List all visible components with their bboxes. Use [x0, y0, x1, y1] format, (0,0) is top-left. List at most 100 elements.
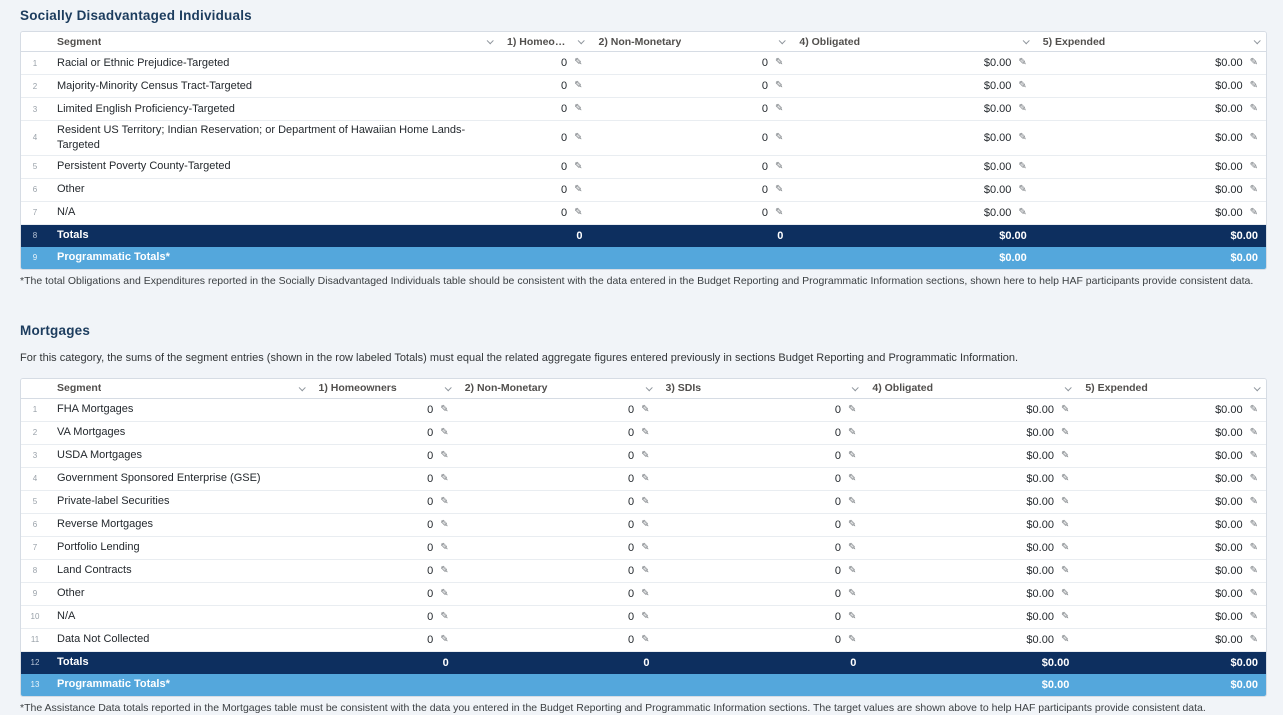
edit-icon[interactable]: ✎ [1250, 133, 1258, 143]
value-cell[interactable]: 0✎ [658, 560, 865, 582]
chevron-down-icon[interactable] [1022, 37, 1029, 44]
value-cell[interactable]: $0.00✎ [1077, 606, 1266, 628]
value-cell[interactable]: $0.00✎ [791, 156, 1034, 178]
edit-icon[interactable]: ✎ [1250, 589, 1258, 599]
edit-icon[interactable]: ✎ [848, 635, 856, 645]
value-cell[interactable]: $0.00✎ [791, 75, 1034, 97]
value-cell[interactable]: $0.00✎ [864, 514, 1077, 536]
edit-icon[interactable]: ✎ [1250, 58, 1258, 68]
edit-icon[interactable]: ✎ [1250, 566, 1258, 576]
edit-icon[interactable]: ✎ [1250, 520, 1258, 530]
edit-icon[interactable]: ✎ [775, 162, 783, 172]
column-header-segment[interactable]: Segment [49, 32, 499, 51]
edit-icon[interactable]: ✎ [440, 635, 448, 645]
column-header-4-obligated[interactable]: 4) Obligated [864, 379, 1077, 398]
edit-icon[interactable]: ✎ [1061, 566, 1069, 576]
value-cell[interactable]: 0✎ [457, 537, 658, 559]
edit-icon[interactable]: ✎ [574, 185, 582, 195]
value-cell[interactable]: 0✎ [311, 514, 457, 536]
edit-icon[interactable]: ✎ [574, 81, 582, 91]
value-cell[interactable]: $0.00✎ [791, 179, 1034, 201]
edit-icon[interactable]: ✎ [641, 474, 649, 484]
chevron-down-icon[interactable] [444, 384, 451, 391]
edit-icon[interactable]: ✎ [1061, 474, 1069, 484]
edit-icon[interactable]: ✎ [1250, 451, 1258, 461]
column-header-segment[interactable]: Segment [49, 379, 311, 398]
value-cell[interactable]: 0✎ [311, 422, 457, 444]
value-cell[interactable]: 0✎ [457, 422, 658, 444]
value-cell[interactable]: $0.00✎ [864, 560, 1077, 582]
column-header-1-homeowners[interactable]: 1) Homeowners [499, 32, 591, 51]
value-cell[interactable]: 0✎ [311, 468, 457, 490]
value-cell[interactable]: $0.00✎ [864, 583, 1077, 605]
value-cell[interactable]: 0✎ [499, 179, 591, 201]
chevron-down-icon[interactable] [645, 384, 652, 391]
value-cell[interactable]: 0✎ [499, 52, 591, 74]
column-header-3-sdis[interactable]: 3) SDIs [658, 379, 865, 398]
value-cell[interactable]: 0✎ [658, 583, 865, 605]
value-cell[interactable]: $0.00✎ [864, 606, 1077, 628]
edit-icon[interactable]: ✎ [641, 520, 649, 530]
chevron-down-icon[interactable] [779, 37, 786, 44]
value-cell[interactable]: $0.00✎ [1077, 629, 1266, 651]
value-cell[interactable]: 0✎ [457, 399, 658, 421]
value-cell[interactable]: 0✎ [311, 445, 457, 467]
edit-icon[interactable]: ✎ [848, 520, 856, 530]
value-cell[interactable]: 0✎ [457, 583, 658, 605]
edit-icon[interactable]: ✎ [1250, 543, 1258, 553]
edit-icon[interactable]: ✎ [1061, 497, 1069, 507]
value-cell[interactable]: $0.00✎ [864, 445, 1077, 467]
value-cell[interactable]: 0✎ [457, 491, 658, 513]
value-cell[interactable]: $0.00✎ [1077, 560, 1266, 582]
value-cell[interactable]: 0✎ [311, 537, 457, 559]
edit-icon[interactable]: ✎ [1061, 612, 1069, 622]
edit-icon[interactable]: ✎ [1250, 405, 1258, 415]
edit-icon[interactable]: ✎ [641, 589, 649, 599]
chevron-down-icon[interactable] [487, 37, 494, 44]
value-cell[interactable]: 0✎ [311, 399, 457, 421]
value-cell[interactable]: 0✎ [311, 629, 457, 651]
value-cell[interactable]: $0.00✎ [1077, 514, 1266, 536]
edit-icon[interactable]: ✎ [848, 589, 856, 599]
value-cell[interactable]: 0✎ [311, 560, 457, 582]
value-cell[interactable]: 0✎ [590, 156, 791, 178]
edit-icon[interactable]: ✎ [641, 497, 649, 507]
value-cell[interactable]: $0.00✎ [1035, 52, 1266, 74]
edit-icon[interactable]: ✎ [1018, 162, 1026, 172]
edit-icon[interactable]: ✎ [1250, 428, 1258, 438]
edit-icon[interactable]: ✎ [1250, 497, 1258, 507]
edit-icon[interactable]: ✎ [1061, 451, 1069, 461]
edit-icon[interactable]: ✎ [848, 566, 856, 576]
edit-icon[interactable]: ✎ [440, 566, 448, 576]
value-cell[interactable]: 0✎ [590, 179, 791, 201]
edit-icon[interactable]: ✎ [641, 566, 649, 576]
value-cell[interactable]: $0.00✎ [1035, 179, 1266, 201]
value-cell[interactable]: $0.00✎ [1035, 202, 1266, 224]
value-cell[interactable]: 0✎ [499, 75, 591, 97]
value-cell[interactable]: 0✎ [590, 75, 791, 97]
chevron-down-icon[interactable] [1254, 384, 1261, 391]
value-cell[interactable]: 0✎ [658, 468, 865, 490]
edit-icon[interactable]: ✎ [440, 428, 448, 438]
value-cell[interactable]: $0.00✎ [791, 52, 1034, 74]
value-cell[interactable]: 0✎ [457, 560, 658, 582]
value-cell[interactable]: $0.00✎ [864, 468, 1077, 490]
column-header-5-expended[interactable]: 5) Expended [1035, 32, 1266, 51]
edit-icon[interactable]: ✎ [1250, 635, 1258, 645]
edit-icon[interactable]: ✎ [848, 428, 856, 438]
edit-icon[interactable]: ✎ [641, 428, 649, 438]
column-header-1-homeowners[interactable]: 1) Homeowners [311, 379, 457, 398]
edit-icon[interactable]: ✎ [440, 497, 448, 507]
edit-icon[interactable]: ✎ [1250, 208, 1258, 218]
value-cell[interactable]: 0✎ [590, 121, 791, 155]
edit-icon[interactable]: ✎ [440, 474, 448, 484]
edit-icon[interactable]: ✎ [1250, 474, 1258, 484]
value-cell[interactable]: 0✎ [590, 98, 791, 120]
edit-icon[interactable]: ✎ [440, 589, 448, 599]
edit-icon[interactable]: ✎ [1018, 104, 1026, 114]
value-cell[interactable]: 0✎ [658, 491, 865, 513]
edit-icon[interactable]: ✎ [1061, 635, 1069, 645]
edit-icon[interactable]: ✎ [775, 104, 783, 114]
value-cell[interactable]: $0.00✎ [864, 399, 1077, 421]
value-cell[interactable]: $0.00✎ [1077, 491, 1266, 513]
